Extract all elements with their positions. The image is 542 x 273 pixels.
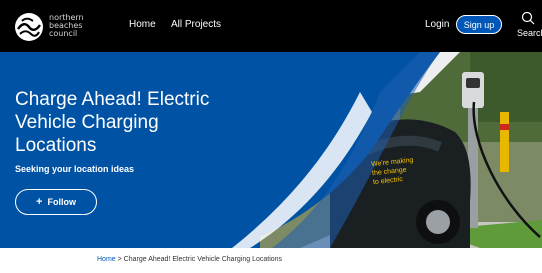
signup-label: Sign up xyxy=(463,19,495,30)
nav-home-link[interactable]: Home xyxy=(129,19,156,30)
follow-button[interactable]: + Follow xyxy=(15,189,97,215)
breadcrumb: Home > Charge Ahead! Electric Vehicle Ch… xyxy=(97,256,282,263)
search-button[interactable]: Search xyxy=(514,11,542,43)
breadcrumb-separator: > xyxy=(115,256,124,263)
site-header: northern beaches council Home All Projec… xyxy=(0,0,542,52)
plus-icon: + xyxy=(36,195,43,208)
login-link[interactable]: Login xyxy=(425,19,449,30)
page-title: Charge Ahead! Electric Vehicle Charging … xyxy=(15,88,235,157)
council-logo-text: northern beaches council xyxy=(49,14,109,38)
nav-all-projects-link[interactable]: All Projects xyxy=(171,19,221,30)
follow-label: Follow xyxy=(47,197,76,207)
search-label: Search xyxy=(517,28,542,38)
breadcrumb-home-link[interactable]: Home xyxy=(97,256,116,263)
signup-button[interactable]: Sign up xyxy=(456,15,502,34)
logo-line-3: council xyxy=(49,29,78,38)
council-logo-icon[interactable] xyxy=(14,12,44,42)
page-subtitle: Seeking your location ideas xyxy=(15,164,135,174)
breadcrumb-current: Charge Ahead! Electric Vehicle Charging … xyxy=(123,256,283,263)
title-line-3: Locations xyxy=(15,135,97,156)
search-icon xyxy=(521,11,535,25)
title-line-1: Charge Ahead! Electric xyxy=(15,89,210,110)
car-decal-text: We're making the change to electric xyxy=(371,156,416,187)
title-line-2: Vehicle Charging xyxy=(15,112,159,133)
hero-banner: We're making the change to electric Char… xyxy=(0,52,542,248)
